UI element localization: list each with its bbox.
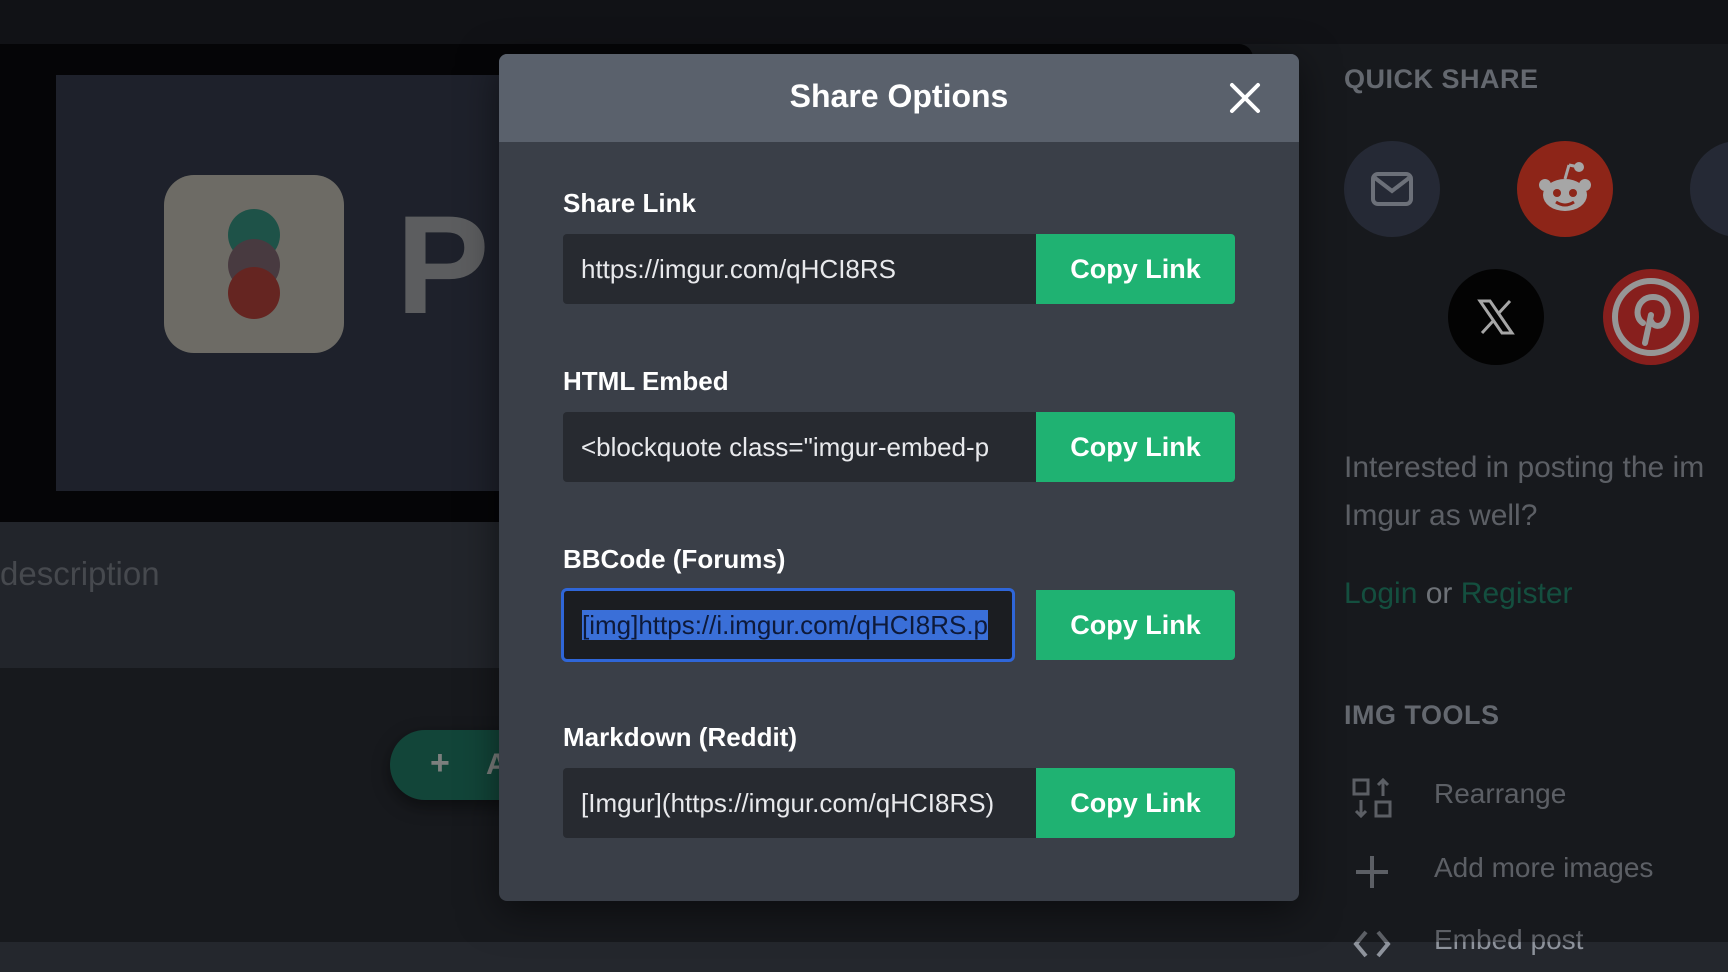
modal-title: Share Options [789,78,1009,114]
html-embed-input[interactable]: <blockquote class="imgur-embed-p [563,412,1036,482]
copy-bbcode-button[interactable]: Copy Link [1036,590,1235,660]
html-embed-row: <blockquote class="imgur-embed-p Copy Li… [563,412,1235,482]
close-icon[interactable] [1227,80,1263,116]
modal-header: Share Options [499,54,1299,142]
share-link-label: Share Link [563,188,696,218]
share-link-input[interactable]: https://imgur.com/qHCI8RS [563,234,1036,304]
share-options-modal: Share Options Share Link https://imgur.c… [499,54,1299,901]
bbcode-row: [img]https://i.imgur.com/qHCI8RS.p Copy … [561,588,1235,662]
bbcode-input[interactable]: [img]https://i.imgur.com/qHCI8RS.p [561,588,1015,662]
copy-share-link-button[interactable]: Copy Link [1036,234,1235,304]
copy-markdown-button[interactable]: Copy Link [1036,768,1235,838]
markdown-label: Markdown (Reddit) [563,722,797,752]
copy-html-embed-button[interactable]: Copy Link [1036,412,1235,482]
bbcode-label: BBCode (Forums) [563,544,786,574]
markdown-row: [Imgur](https://imgur.com/qHCI8RS) Copy … [563,768,1235,838]
markdown-input[interactable]: [Imgur](https://imgur.com/qHCI8RS) [563,768,1036,838]
bbcode-selected-text: [img]https://i.imgur.com/qHCI8RS.p [582,610,989,640]
html-embed-label: HTML Embed [563,366,729,396]
share-link-row: https://imgur.com/qHCI8RS Copy Link [563,234,1235,304]
